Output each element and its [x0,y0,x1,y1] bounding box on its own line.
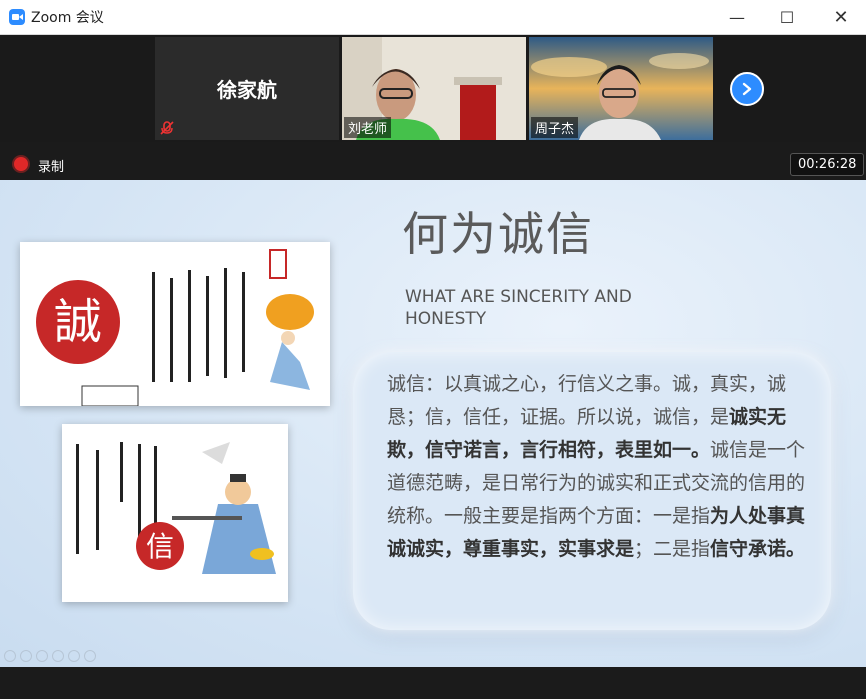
slide-controls [4,650,96,662]
zoom-logo-icon [9,9,25,25]
definition-textbox: 诚信：以真诚之心，行信义之事。诚，真实，诚恳；信，信任，证据。所以说，诚信，是诚… [353,352,831,630]
calligraphy-image-trust: 信 [62,424,288,602]
slide-title: 何为诚信 [402,207,594,261]
maximize-button[interactable]: ☐ [764,0,810,34]
video-gallery: 徐家航 刘老师 周子杰 [0,35,866,142]
prev-slide-icon[interactable] [4,650,16,662]
shared-slide: 何为诚信 WHAT ARE SINCERITY AND HONESTY 誠 信 … [0,180,866,667]
slide-subtitle: WHAT ARE SINCERITY AND HONESTY [405,287,632,329]
title-bar: Zoom 会议 — ☐ ✕ [0,0,866,35]
close-button[interactable]: ✕ [818,0,864,34]
next-page-button[interactable] [730,72,764,106]
calligraphy-illustration: 信 [76,442,276,574]
more-icon[interactable] [84,650,96,662]
participant-tile-3[interactable]: 周子杰 [529,37,713,140]
participant-name: 徐家航 [155,37,339,140]
minimize-button[interactable]: — [714,0,760,34]
calligraphy-image-sincerity: 誠 [20,242,330,407]
pen-icon[interactable] [36,650,48,662]
bottom-toolbar [0,667,866,699]
participant-tile-1[interactable]: 徐家航 [155,37,339,140]
zoom-icon[interactable] [68,650,80,662]
next-slide-icon[interactable] [20,650,32,662]
menu-icon[interactable] [52,650,64,662]
text-segment: ；二是指 [634,538,711,560]
window-title: Zoom 会议 [31,10,104,26]
participant-tile-2[interactable]: 刘老师 [342,37,526,140]
text-segment-bold: 信守承诺。 [710,538,806,560]
recording-label[interactable]: 录制 [38,156,64,175]
seal-character: 誠 [54,294,102,350]
participant-label: 刘老师 [344,117,392,138]
participant-label: 周子杰 [531,117,579,138]
calligraphy-illustration: 誠 [36,249,314,407]
definition-text: 诚信：以真诚之心，行信义之事。诚，真实，诚恳；信，信任，证据。所以说，诚信，是诚… [387,368,817,566]
mic-muted-icon [160,121,174,135]
seal-character: 信 [146,530,174,563]
record-icon [14,157,28,171]
recording-bar: 录制 00:26:28 [0,150,866,178]
text-segment: 诚信：以真诚之心，行信义之事。诚，真实，诚恳；信，信任，证据。所以说，诚信，是 [387,373,787,428]
recording-timer: 00:26:28 [790,153,865,176]
chevron-right-icon [742,82,752,96]
